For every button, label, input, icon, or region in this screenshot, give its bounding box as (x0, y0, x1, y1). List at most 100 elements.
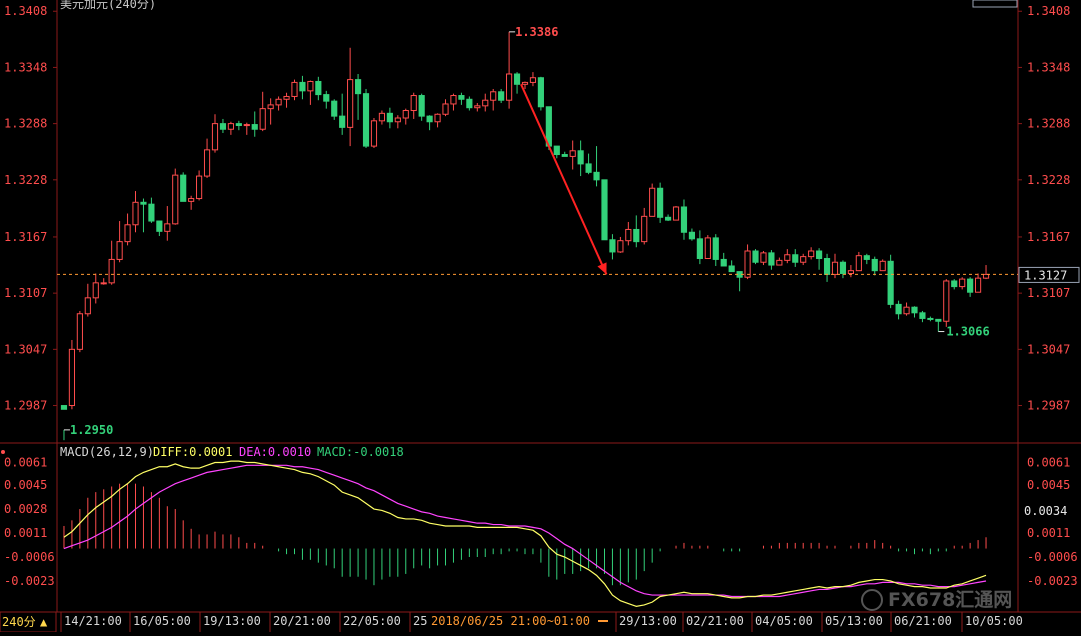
candle-down (513, 73, 521, 85)
candle-down (657, 187, 664, 218)
candle-down (219, 123, 227, 130)
price-axis: 1.3408 1.3408 1.3348 1.3348 1.3288 1.3288 1.32… (4, 4, 1070, 412)
candle-down (418, 95, 425, 117)
candle-up (474, 105, 481, 109)
time-label: 02/21:00 (686, 614, 744, 628)
candle-down (593, 171, 600, 181)
price-tick-left: 1.3107 (4, 286, 47, 300)
candle-up (521, 81, 529, 85)
candle-up (943, 280, 950, 322)
candle-up (482, 99, 489, 107)
candle-up (188, 198, 195, 202)
candle-down (720, 258, 727, 267)
candle-down (927, 317, 934, 320)
candle-up (831, 261, 839, 275)
period-button-label[interactable]: 240分 (2, 615, 36, 629)
macd-tick-left: 0.0045 (4, 478, 47, 492)
price-tick-left: 1.3408 (4, 4, 47, 18)
candle-up (275, 98, 282, 106)
candle-up (227, 123, 234, 130)
candle-down (156, 220, 163, 232)
candle-down (863, 255, 870, 260)
time-label: 19/13:00 (203, 614, 261, 628)
candle-down (466, 98, 473, 109)
candle-down (816, 250, 823, 259)
candle-up (394, 117, 401, 123)
candle-up (506, 73, 513, 101)
candle-down (140, 201, 147, 205)
price-tick-right: 1.2987 (1027, 399, 1070, 413)
candle-up (402, 110, 409, 119)
candle-up (617, 240, 624, 253)
time-label: 16/05:00 (133, 614, 191, 628)
candle-down (577, 150, 584, 165)
diff-line (63, 460, 987, 607)
candle-up (100, 282, 107, 285)
candle-up (776, 259, 783, 266)
candle-up (529, 77, 537, 83)
candle-up (92, 282, 99, 299)
high-label: 1.3386 (515, 25, 558, 39)
candle-down (728, 265, 735, 273)
high-annotation: 1.3386 (509, 25, 558, 39)
price-tick-left: 1.3288 (4, 117, 47, 131)
time-label: 25 (413, 614, 427, 628)
time-label: 22/05:00 (343, 614, 401, 628)
cursor-time-readout: 2018/06/25 21:00~01:00 (431, 614, 590, 628)
candle-down (585, 163, 592, 173)
candle-up (259, 108, 266, 130)
candle-up (307, 80, 314, 92)
time-label: 10/05:00 (965, 614, 1023, 628)
candle-up (283, 95, 290, 100)
time-label: 06/21:00 (894, 614, 952, 628)
price-tick-left: 1.3228 (4, 173, 47, 187)
candle-up (879, 260, 886, 272)
macd-dea-value: DEA:0.0010 (239, 445, 311, 459)
price-tick-right: 1.3288 (1027, 117, 1070, 131)
macd-indicator-dot (1, 450, 5, 454)
candle-down (792, 254, 799, 263)
macd-diff-value: DIFF:0.0001 (153, 445, 232, 459)
macd-axis: 0.00610.00610.00450.00450.00280.00280.00… (4, 456, 1078, 588)
candle-up (744, 250, 751, 278)
candle-down (633, 228, 640, 243)
candle-down (60, 405, 68, 410)
period-arrow-icon[interactable]: ▲ (40, 615, 48, 629)
candle-up (76, 313, 83, 350)
candle-up (982, 273, 990, 279)
price-tick-right: 1.3408 (1027, 4, 1070, 18)
candle-up (704, 237, 711, 259)
macd-tick-left: 0.0061 (4, 456, 47, 470)
candle-down (315, 80, 322, 96)
macd-histogram (63, 483, 987, 586)
candle-up (196, 175, 203, 200)
candle-down (911, 306, 918, 314)
macd-tick-right: 0.0061 (1027, 456, 1070, 470)
candle-down (887, 260, 894, 305)
candle-down (823, 257, 831, 275)
chart-title: 美元加元(240分) (60, 0, 156, 11)
chart-canvas[interactable]: 美元加元(240分) 1.3408 1.3408 1.3348 1.3348 1.328… (0, 0, 1081, 633)
window-controls[interactable] (972, 0, 1018, 8)
candle-down (339, 115, 346, 128)
candle-down (426, 115, 433, 123)
candle-down (688, 231, 696, 240)
candle-down (354, 79, 362, 95)
candle-up (641, 215, 648, 243)
candle-up (370, 120, 378, 147)
candle-up (649, 187, 656, 217)
candle-up (959, 278, 966, 288)
candle-up (450, 95, 457, 105)
candle-up (434, 113, 441, 123)
candle-up (68, 348, 76, 407)
candle-up (903, 306, 910, 315)
dea-line (63, 464, 987, 598)
candle-up (855, 255, 862, 272)
candle-up (203, 149, 211, 177)
candle-down (609, 239, 616, 253)
time-label: 29/13:00 (619, 614, 677, 628)
chart-window[interactable]: 美元加元(240分) 1.3408 1.3408 1.3348 1.3348 1.328… (0, 0, 1081, 633)
candle-up (347, 79, 354, 128)
price-tick-left: 1.3047 (4, 342, 47, 356)
candle-down (458, 95, 465, 100)
